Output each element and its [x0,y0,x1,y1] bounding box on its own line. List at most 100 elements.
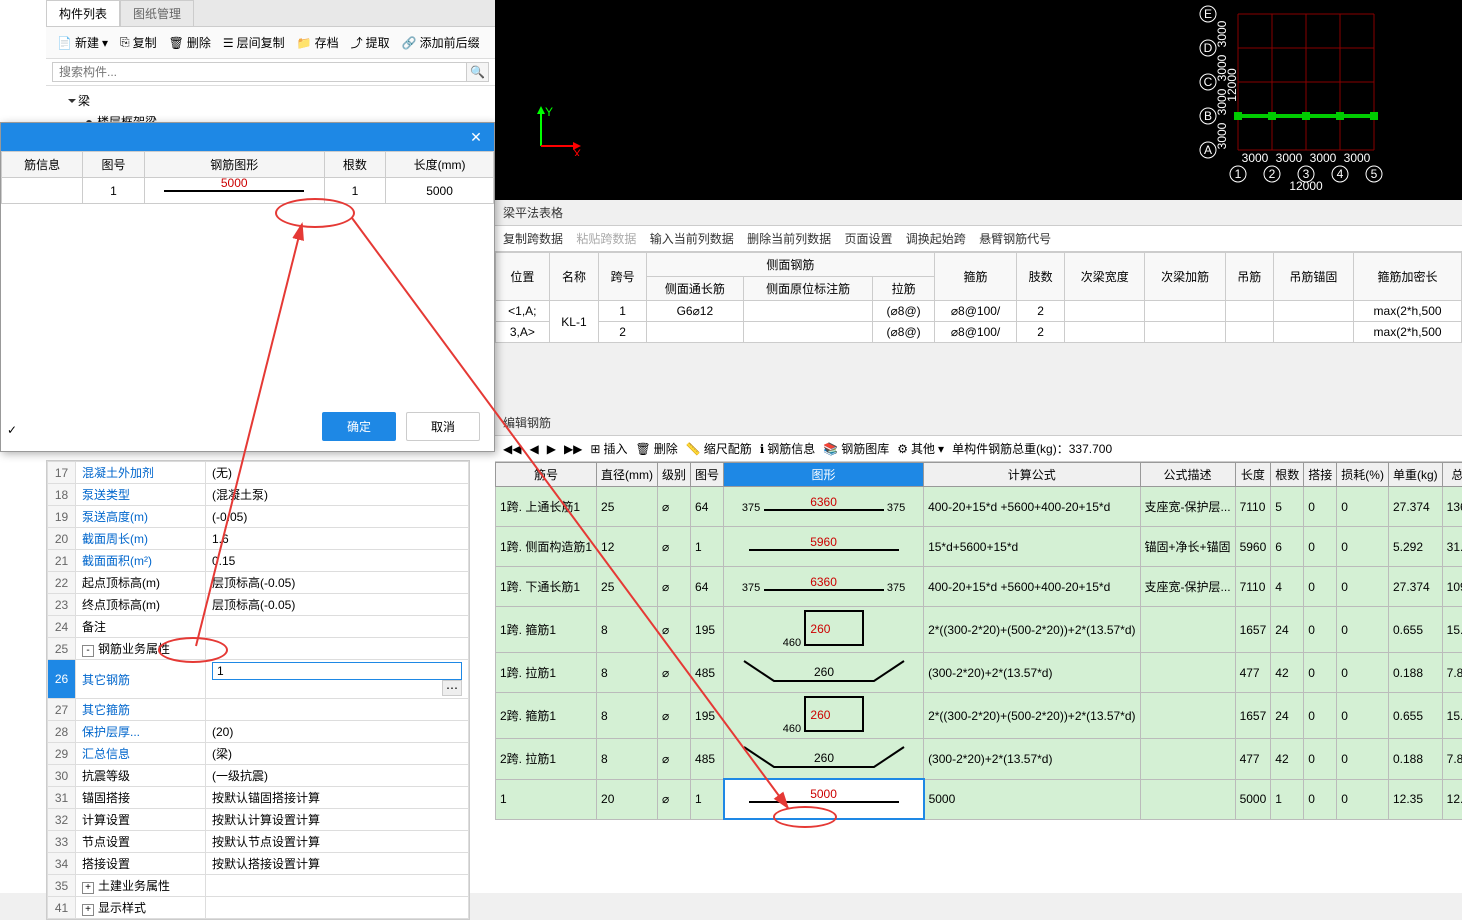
tab-component-list[interactable]: 构件列表 [46,0,120,26]
shape-cell[interactable]: 5960 [724,527,924,567]
info-btn[interactable]: ℹ钢筋信息 [760,440,816,457]
prop-row[interactable]: 28保护层厚...(20) [48,721,469,743]
prop-row[interactable]: 25-钢筋业务属性 [48,638,469,660]
rebar-row[interactable]: 1跨. 拉筋18⌀485260(300-2*20)+2*(13.57*d)477… [496,653,1462,693]
nav-first[interactable]: ◀◀ [503,442,521,456]
shape-cell[interactable]: 375 6360 375 [724,487,924,527]
shape-cell[interactable]: 460 260 [724,693,924,739]
chevron-down-icon: ▾ [102,36,108,50]
shape-cell[interactable]: 5000 [724,779,924,819]
col-rebar-shape[interactable]: 钢筋图形 [144,152,324,178]
expand-icon[interactable]: + [82,882,94,894]
insert-btn[interactable]: ⊞插入 [590,440,627,457]
prop-row[interactable]: 32计算设置按默认计算设置计算 [48,809,469,831]
cad-viewport[interactable]: Y X ABCDE1234530003000300030001200030003… [495,0,1462,200]
prop-row[interactable]: 17混凝土外加剂(无) [48,462,469,484]
extract-button[interactable]: ⤴提取 [346,31,395,54]
prop-row[interactable]: 19泵送高度(m)(-0.05) [48,506,469,528]
prop-row[interactable]: 21截面面积(m²)0.15 [48,550,469,572]
copy-span-btn[interactable]: 复制跨数据 [503,232,563,246]
prop-row[interactable]: 31锚固搭接按默认锚固搭接计算 [48,787,469,809]
del-col-btn[interactable]: 删除当前列数据 [747,232,831,246]
prop-row[interactable]: 22起点顶标高(m)层顶标高(-0.05) [48,572,469,594]
prop-value-input[interactable] [212,662,462,680]
prop-row[interactable]: 29汇总信息(梁) [48,743,469,765]
svg-text:12000: 12000 [1289,179,1323,193]
page-set-btn[interactable]: 页面设置 [844,232,892,246]
svg-text:12000: 12000 [1225,68,1239,102]
prop-row[interactable]: 26其它钢筋⋯ [48,660,469,699]
shape-cell[interactable]: 375 6360 375 [724,567,924,607]
rebar-detail-panel: 编辑钢筋 ◀◀ ◀ ▶ ▶▶ ⊞插入 🗑删除 📏缩尺配筋 ℹ钢筋信息 📚钢筋图库… [495,410,1462,893]
prop-row[interactable]: 24备注 [48,616,469,638]
col-info[interactable]: 筋信息 [2,152,83,178]
rebar-row[interactable]: 1跨. 箍筋18⌀195460 2602*((300-2*20)+(500-2*… [496,607,1462,653]
library-icon: 📚 [823,442,838,456]
svg-text:2: 2 [1269,167,1276,181]
prop-row[interactable]: 20截面周长(m)1.6 [48,528,469,550]
expand-icon[interactable]: + [82,904,94,916]
delete-btn[interactable]: 🗑删除 [635,440,677,457]
add-prefix-suffix-button[interactable]: 🔗添加前后缀 [397,31,485,54]
rebar-row[interactable]: 120⌀150005000500010012.3512.35 [496,779,1462,819]
copy-button[interactable]: ⎘复制 [115,31,162,54]
tab-drawing-mgmt[interactable]: 图纸管理 [120,0,194,26]
grid-plan: ABCDE12345300030003000300012000300030003… [1178,4,1438,199]
scale-btn[interactable]: 📏缩尺配筋 [686,440,752,457]
ok-button[interactable]: 确定 [322,412,396,441]
beam-panel-title: 梁平法表格 [495,200,1462,226]
paste-span-btn[interactable]: 粘贴跨数据 [576,232,636,246]
prop-row[interactable]: 18泵送类型(混凝土泵) [48,484,469,506]
cancel-button[interactable]: 取消 [406,412,480,441]
other-btn[interactable]: ⚙其他▾ [897,440,944,457]
search-input[interactable] [52,62,467,82]
search-button[interactable]: 🔍 [467,62,489,82]
cantilever-btn[interactable]: 悬臂钢筋代号 [979,232,1051,246]
col-length[interactable]: 长度(mm) [386,152,494,178]
prop-row[interactable]: 27其它箍筋 [48,699,469,721]
library-btn[interactable]: 📚钢筋图库 [823,440,889,457]
shape-cell[interactable]: 460 260 [724,607,924,653]
expand-icon[interactable]: - [82,645,94,657]
rebar-row[interactable]: 1跨. 侧面构造筋112⌀1596015*d+5600+15*d锚固+净长+锚固… [496,527,1462,567]
nav-last[interactable]: ▶▶ [564,442,582,456]
total-weight-label: 单构件钢筋总重(kg)：337.700 [952,440,1112,457]
dialog-check[interactable]: ✓ [7,423,17,437]
prop-row[interactable]: 41+显示样式 [48,897,469,919]
prop-row[interactable]: 30抗震等级(一级抗震) [48,765,469,787]
nav-next[interactable]: ▶ [547,442,556,456]
delete-button[interactable]: 🗑删除 [164,31,216,54]
new-button[interactable]: 📄新建▾ [52,31,113,54]
rebar-row[interactable]: 2跨. 箍筋18⌀195460 2602*((300-2*20)+(500-2*… [496,693,1462,739]
extract-icon: ⤴ [351,34,363,51]
svg-text:260: 260 [814,665,834,679]
svg-text:3000: 3000 [1344,151,1371,165]
svg-text:D: D [1204,41,1213,55]
ellipsis-button[interactable]: ⋯ [442,680,462,696]
shape-cell[interactable]: 260 [724,739,924,780]
col-count[interactable]: 根数 [324,152,385,178]
col-shape-no[interactable]: 图号 [83,152,144,178]
rebar-row[interactable]: 2跨. 拉筋18⌀485260(300-2*20)+2*(13.57*d)477… [496,739,1462,780]
dialog-row[interactable]: 1 5000 1 5000 [2,178,494,204]
prop-row[interactable]: 33节点设置按默认节点设置计算 [48,831,469,853]
shape-cell[interactable]: 260 [724,653,924,693]
tree-node-beam[interactable]: 梁 [56,90,485,111]
prop-row[interactable]: 34搭接设置按默认搭接设置计算 [48,853,469,875]
prop-row[interactable]: 23终点顶标高(m)层顶标高(-0.05) [48,594,469,616]
beam-row[interactable]: <1,A;KL-11G6⌀12(⌀8@)⌀8@100/2max(2*h,500 [496,301,1462,322]
dialog-titlebar[interactable]: ✕ [1,123,494,151]
layer-copy-button[interactable]: ☰层间复制 [218,31,290,54]
nav-prev[interactable]: ◀ [529,442,538,456]
rebar-row[interactable]: 1跨. 下通长筋125⌀64375 6360 375400-20+15*d +5… [496,567,1462,607]
rebar-row[interactable]: 1跨. 上通长筋125⌀64375 6360 375400-20+15*d +5… [496,487,1462,527]
close-button[interactable]: ✕ [466,129,486,146]
dialog-table: 筋信息 图号 钢筋图形 根数 长度(mm) 1 5000 1 5000 [1,151,494,204]
svg-text:A: A [1204,143,1212,157]
archive-button[interactable]: 📁存档 [292,31,344,54]
property-grid: 17混凝土外加剂(无)18泵送类型(混凝土泵)19泵送高度(m)(-0.05)2… [46,460,470,920]
prop-row[interactable]: 35+土建业务属性 [48,875,469,897]
adjust-start-btn[interactable]: 调换起始跨 [906,232,966,246]
beam-row[interactable]: 3,A>2(⌀8@)⌀8@100/2max(2*h,500 [496,322,1462,343]
input-col-btn[interactable]: 输入当前列数据 [650,232,734,246]
